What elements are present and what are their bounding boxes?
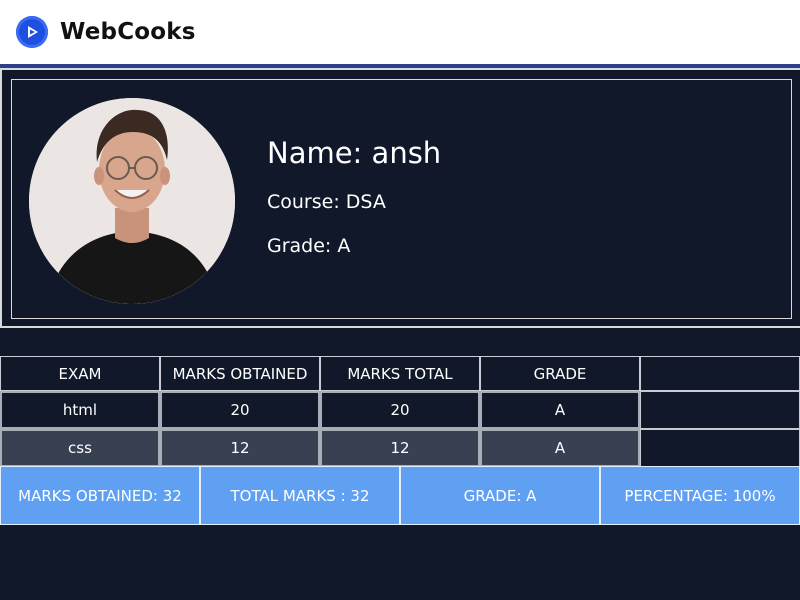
header-exam: EXAM <box>0 356 160 391</box>
cell-exam: html <box>0 391 160 429</box>
header-marks-obtained: MARKS OBTAINED <box>160 356 320 391</box>
cell-marks-total: 20 <box>320 391 480 429</box>
cell-grade: A <box>480 391 640 429</box>
header-marks-total: MARKS TOTAL <box>320 356 480 391</box>
cell-marks-obtained: 20 <box>160 391 320 429</box>
avatar <box>29 98 235 304</box>
table-row: css 12 12 A <box>0 429 800 467</box>
header-grade: GRADE <box>480 356 640 391</box>
cell-grade: A <box>480 429 640 467</box>
summary-bar: MARKS OBTAINED: 32 TOTAL MARKS : 32 GRAD… <box>0 466 800 525</box>
brand-name[interactable]: WebCooks <box>60 19 196 45</box>
summary-marks-obtained: MARKS OBTAINED: 32 <box>0 466 200 525</box>
table-row: html 20 20 A <box>0 391 800 429</box>
student-grade: Grade: A <box>267 235 351 257</box>
navbar: WebCooks <box>0 0 800 64</box>
cell-empty <box>640 429 800 467</box>
summary-percentage: PERCENTAGE: 100% <box>600 466 800 525</box>
profile-card: Name: ansh Course: DSA Grade: A <box>0 68 800 328</box>
cell-marks-total: 12 <box>320 429 480 467</box>
summary-total-marks: TOTAL MARKS : 32 <box>200 466 400 525</box>
summary-grade: GRADE: A <box>400 466 600 525</box>
cell-marks-obtained: 12 <box>160 429 320 467</box>
student-name: Name: ansh <box>267 136 442 170</box>
table-header-row: EXAM MARKS OBTAINED MARKS TOTAL GRADE <box>0 356 800 391</box>
student-course: Course: DSA <box>267 191 386 213</box>
cell-exam: css <box>0 429 160 467</box>
profile-card-inner: Name: ansh Course: DSA Grade: A <box>11 79 792 319</box>
header-empty <box>640 356 800 391</box>
cell-empty <box>640 391 800 429</box>
play-icon[interactable] <box>16 16 48 48</box>
